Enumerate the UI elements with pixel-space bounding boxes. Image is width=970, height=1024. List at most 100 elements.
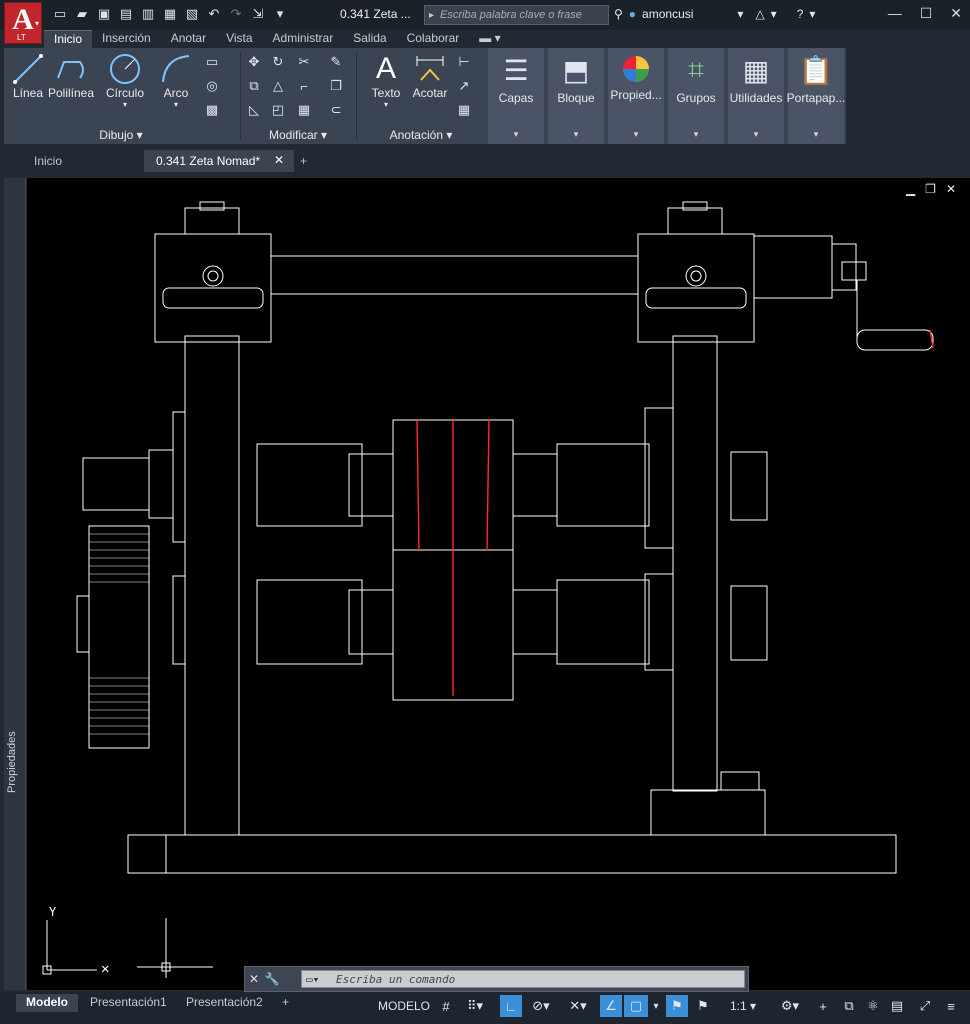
plot-icon[interactable]: ▧: [184, 6, 200, 22]
chevron-down-icon[interactable]: ▾: [771, 7, 777, 21]
command-line: ✕ 🔧 ▭▾ Escriba un comando: [244, 966, 749, 992]
explode-icon[interactable]: ❐: [328, 78, 344, 94]
utilities-button[interactable]: ▦ Utilidades ▾: [728, 48, 784, 144]
tab-insercion[interactable]: Inserción: [92, 30, 161, 48]
tab-inicio[interactable]: Inicio: [44, 30, 93, 48]
close-icon[interactable]: ✕: [245, 972, 263, 986]
search-input[interactable]: ▸ Escriba palabra clave o frase: [424, 5, 609, 25]
tab-model[interactable]: Modelo: [16, 994, 78, 1012]
binoculars-icon[interactable]: ⚲: [614, 7, 623, 21]
annotation-visibility-icon[interactable]: ⚑: [666, 995, 688, 1017]
tab-layout2[interactable]: Presentación2: [176, 994, 273, 1012]
redo-icon[interactable]: ↷: [228, 6, 244, 22]
object-snap-tracking-icon[interactable]: ∠: [600, 995, 622, 1017]
file-tabs: Inicio 0.341 Zeta Nomad* ✕ +: [0, 148, 970, 172]
customize-icon[interactable]: ▾: [272, 6, 288, 22]
circle-tool-button[interactable]: Círculo ▾: [102, 52, 148, 109]
rectangle-icon[interactable]: ▭: [204, 54, 220, 70]
hamburger-menu-icon[interactable]: ≡: [940, 995, 962, 1017]
linear-dimension-icon[interactable]: ⊢: [456, 54, 472, 70]
rotate-icon[interactable]: ↻: [270, 54, 286, 70]
trim-icon[interactable]: ✂: [296, 54, 312, 70]
array-icon[interactable]: ▦: [296, 102, 312, 118]
tab-vista[interactable]: Vista: [216, 30, 262, 48]
modify-panel-label[interactable]: Modificar ▾: [242, 128, 354, 142]
isolate-objects-icon[interactable]: ⧉: [838, 995, 860, 1017]
user-name[interactable]: amoncusi: [642, 7, 693, 21]
autodesk-a360-icon[interactable]: △: [755, 7, 764, 21]
close-icon[interactable]: ✕: [274, 153, 284, 167]
tab-salida[interactable]: Salida: [343, 30, 396, 48]
copy-icon[interactable]: ⧉: [246, 78, 262, 94]
arc-tool-button[interactable]: Arco ▾: [156, 52, 196, 109]
chevron-down-icon[interactable]: ▾: [809, 7, 815, 21]
table-icon[interactable]: ▦: [456, 102, 472, 118]
tab-document[interactable]: 0.341 Zeta Nomad* ✕: [144, 150, 295, 172]
minimize-icon[interactable]: —: [888, 5, 902, 22]
chevron-down-icon[interactable]: ▾: [737, 7, 743, 21]
clean-screen-icon[interactable]: ⤢: [914, 995, 936, 1017]
erase-icon[interactable]: ✎: [328, 54, 344, 70]
wrench-icon[interactable]: 🔧: [263, 972, 281, 986]
app-menu-button[interactable]: A LT ▾: [4, 2, 42, 44]
fillet-icon[interactable]: ⌐: [296, 78, 312, 94]
plus-icon[interactable]: +: [812, 995, 834, 1017]
leader-icon[interactable]: ↗: [456, 78, 472, 94]
block-button[interactable]: ⬒ Bloque ▾: [548, 48, 604, 144]
tab-administrar[interactable]: Administrar: [263, 30, 344, 48]
undo-icon[interactable]: ↶: [206, 6, 222, 22]
close-icon[interactable]: ✕: [950, 5, 962, 22]
gear-icon[interactable]: ⚙▾: [772, 995, 808, 1017]
command-input[interactable]: ▭▾ Escriba un comando: [301, 970, 745, 988]
share-icon[interactable]: ⇲: [250, 6, 266, 22]
snap-icon[interactable]: ⠿▾: [460, 995, 490, 1017]
move-icon[interactable]: ✥: [246, 54, 262, 70]
save-icon[interactable]: ▣: [96, 6, 112, 22]
tab-start[interactable]: Inicio: [22, 150, 74, 172]
drawing-viewport[interactable]: ▁ ❐ ✕ Y ✕: [27, 178, 970, 990]
featured-apps-icon[interactable]: ▬ ▾: [469, 30, 510, 48]
scale-icon[interactable]: ◰: [270, 102, 286, 118]
stretch-icon[interactable]: ◺: [246, 102, 262, 118]
plot-icon[interactable]: ▤: [886, 995, 908, 1017]
polar-icon[interactable]: ⊘▾: [526, 995, 556, 1017]
draw-panel-label[interactable]: Dibujo ▾: [4, 128, 238, 142]
ellipse-icon[interactable]: ◎: [204, 78, 220, 94]
ortho-icon[interactable]: ∟: [500, 995, 522, 1017]
add-layout-icon[interactable]: +: [272, 994, 299, 1012]
save-as-icon[interactable]: ▤: [118, 6, 134, 22]
import-icon[interactable]: ▦: [162, 6, 178, 22]
new-file-icon[interactable]: ▭: [52, 6, 68, 22]
offset-icon[interactable]: ⊂: [328, 102, 344, 118]
annotation-scale[interactable]: 1:1 ▾: [718, 995, 768, 1017]
tab-colaborar[interactable]: Colaborar: [397, 30, 470, 48]
clipboard-button[interactable]: 📋 Portapap... ▾: [787, 48, 845, 144]
maximize-icon[interactable]: ☐: [920, 5, 933, 22]
layers-button[interactable]: ☰ Capas ▾: [488, 48, 544, 144]
polyline-tool-button[interactable]: Polilínea: [46, 52, 96, 100]
properties-button[interactable]: Propied... ▾: [608, 48, 664, 144]
hardware-acceleration-icon[interactable]: ⚛: [862, 995, 884, 1017]
chevron-down-icon[interactable]: ▾: [650, 995, 662, 1017]
properties-palette[interactable]: Propiedades: [4, 178, 26, 990]
tab-anotar[interactable]: Anotar: [161, 30, 216, 48]
ribbon-tabs: Inicio Inserción Anotar Vista Administra…: [44, 30, 511, 48]
isodraft-icon[interactable]: ✕▾: [560, 995, 596, 1017]
annotation-panel-label[interactable]: Anotación ▾: [358, 128, 484, 142]
open-folder-icon[interactable]: ▰: [74, 6, 90, 22]
help-icon[interactable]: ?: [797, 7, 804, 21]
divider: [356, 52, 357, 140]
tab-layout1[interactable]: Presentación1: [80, 994, 177, 1012]
groups-button[interactable]: ⌗ Grupos ▾: [668, 48, 724, 144]
export-icon[interactable]: ▥: [140, 6, 156, 22]
grid-icon[interactable]: #: [436, 995, 456, 1017]
dimension-tool-button[interactable]: Acotar: [408, 52, 452, 100]
line-tool-button[interactable]: Línea: [8, 52, 48, 100]
new-tab-icon[interactable]: +: [288, 150, 319, 172]
mirror-icon[interactable]: △: [270, 78, 286, 94]
model-space-button[interactable]: MODELO: [376, 995, 432, 1017]
auto-scale-icon[interactable]: ⚑: [692, 995, 714, 1017]
text-tool-button[interactable]: A Texto ▾: [366, 52, 406, 109]
object-snap-icon[interactable]: ▢: [624, 995, 648, 1017]
hatch-icon[interactable]: ▩: [204, 102, 220, 118]
